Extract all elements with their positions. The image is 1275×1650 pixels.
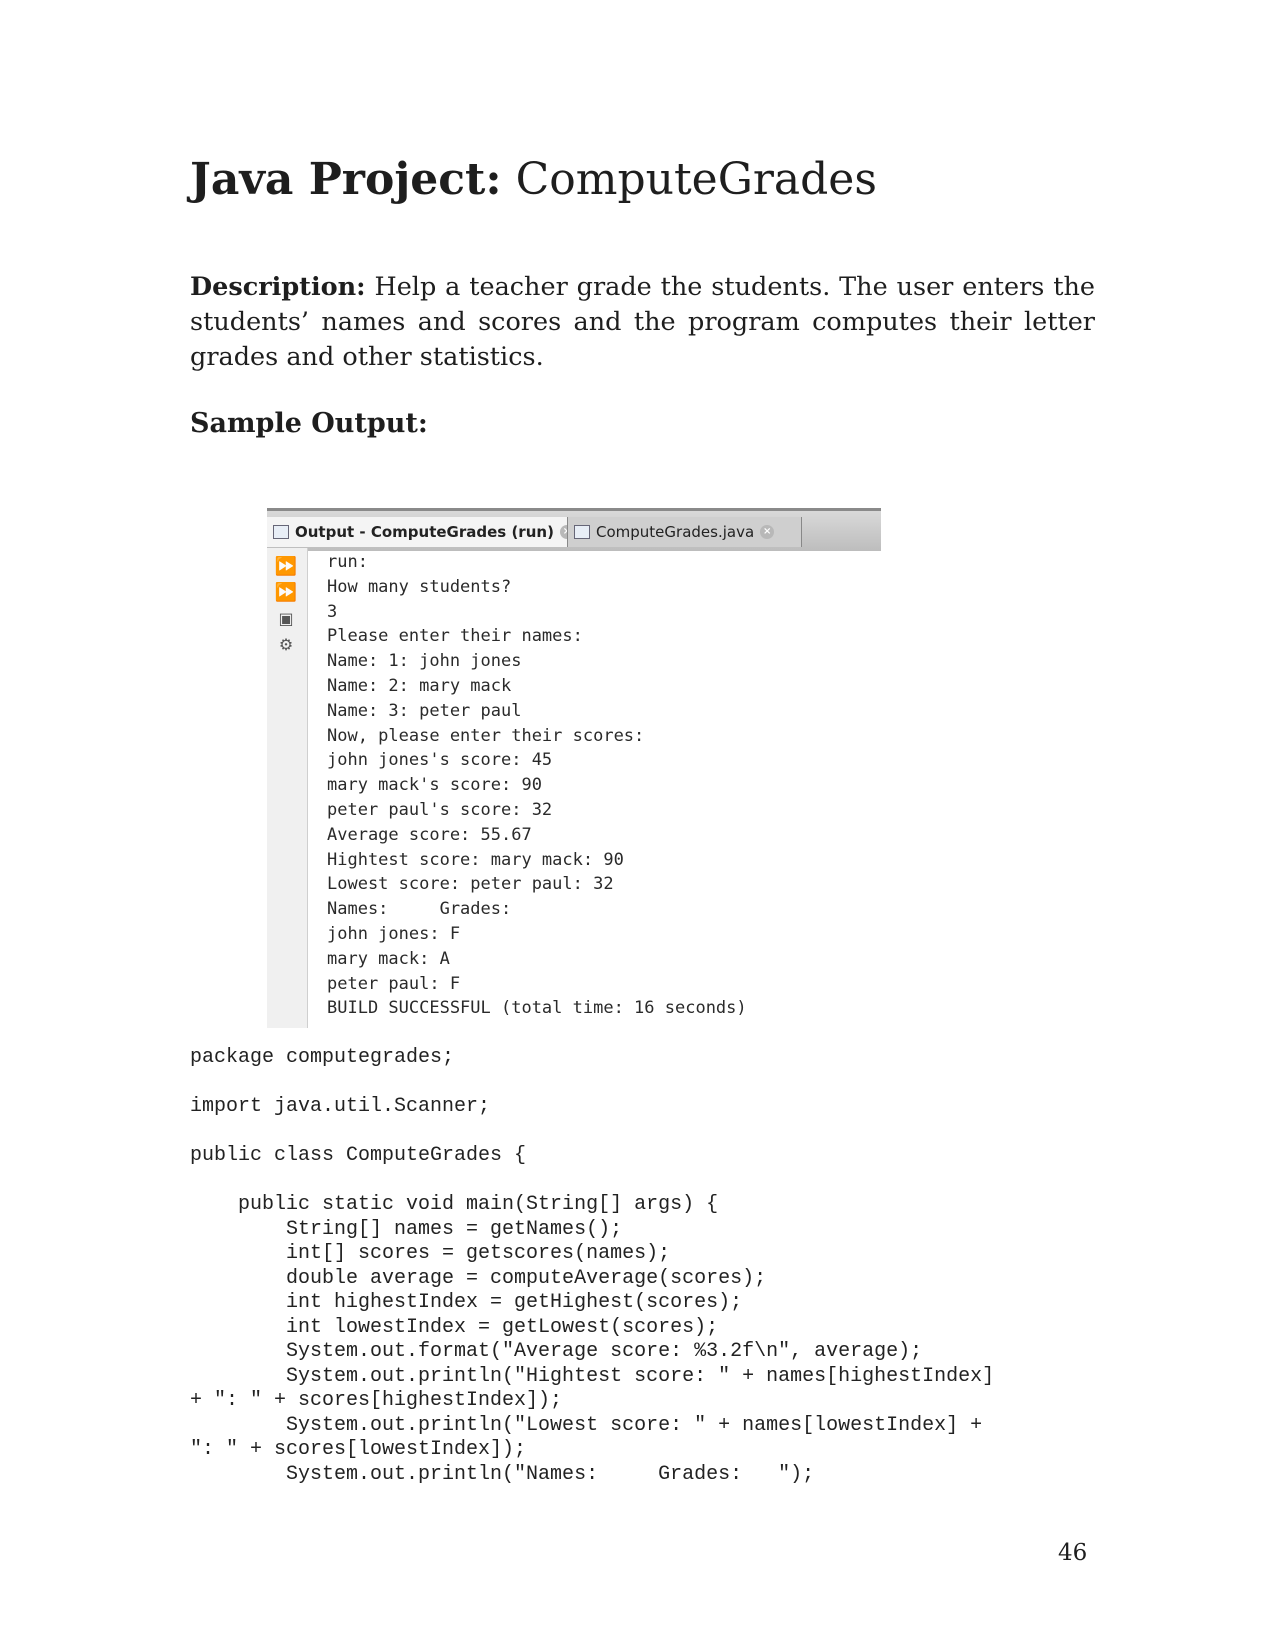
tab-java-file[interactable]: ComputeGrades.java × [567, 517, 802, 547]
console-line: Average score: 55.67 [327, 824, 532, 845]
console-line: Name: 2: mary mack [327, 675, 512, 696]
source-code-listing: package computegrades; import java.util.… [190, 1046, 994, 1487]
console-line: BUILD SUCCESSFUL (total time: 16 seconds… [327, 998, 747, 1019]
console-line: mary mack: A [327, 948, 450, 969]
console-line: Please enter their names: [327, 626, 583, 647]
code-line: String[] names = getNames(); [190, 1217, 623, 1241]
code-line: System.out.println("Names: Grades: "); [190, 1462, 815, 1486]
stop-icon[interactable]: ▣ [274, 608, 298, 630]
output-window-icon [273, 525, 289, 539]
code-line: public class ComputeGrades { [190, 1144, 527, 1167]
console-line: run: [327, 552, 368, 572]
code-line: System.out.println("Hightest score: " + … [190, 1364, 995, 1388]
console-output: run: How many students? 3 Please enter thei… [327, 550, 747, 1021]
console-line: 3 [327, 601, 338, 622]
description-label: Description: [190, 272, 366, 302]
tab-output[interactable]: Output - ComputeGrades (run) × [267, 517, 574, 547]
code-line: int highestIndex = getHighest(scores); [190, 1291, 743, 1314]
settings-icon[interactable]: ⚙ [274, 634, 298, 656]
console-line: john jones: F [327, 923, 461, 944]
description-paragraph: Description: Help a teacher grade the st… [190, 270, 1095, 375]
rerun-with-options-icon[interactable]: ⏩ [274, 582, 298, 604]
console-line: mary mack's score: 90 [327, 775, 542, 796]
java-file-icon [574, 525, 590, 539]
code-line: + ": " + scores[highestIndex]); [190, 1389, 563, 1412]
tab-output-label: Output - ComputeGrades (run) [295, 523, 554, 541]
console-line: peter paul: F [327, 973, 461, 994]
code-line: int lowestIndex = getLowest(scores); [190, 1315, 719, 1339]
console-line: john jones's score: 45 [327, 750, 553, 771]
code-line: double average = computeAverage(scores); [190, 1266, 767, 1290]
code-line: int[] scores = getscores(names); [190, 1242, 671, 1265]
console-line: Names: Grades: [327, 899, 512, 920]
tab-java-file-label: ComputeGrades.java [596, 523, 755, 541]
code-line: public static void main(String[] args) { [190, 1193, 719, 1216]
sample-output-heading: Sample Output: [190, 408, 428, 439]
code-line: System.out.println("Lowest score: " + na… [190, 1413, 983, 1437]
close-icon[interactable]: × [760, 525, 775, 539]
rerun-icon[interactable]: ⏩ [274, 556, 298, 578]
tab-bar: Output - ComputeGrades (run) × ComputeGr… [267, 508, 881, 551]
code-line: ": " + scores[lowestIndex]); [190, 1438, 527, 1461]
console-line: Lowest score: peter paul: 32 [327, 874, 614, 895]
title-bold: Java Project: [190, 154, 502, 205]
code-line: import java.util.Scanner; [190, 1095, 491, 1118]
console-line: Name: 1: john jones [327, 651, 522, 672]
output-toolbar: ⏩ ⏩ ▣ ⚙ [267, 548, 308, 1028]
console-line: peter paul's score: 32 [327, 799, 553, 820]
page-title: Java Project: ComputeGrades [190, 150, 877, 210]
code-line: package computegrades; [190, 1046, 455, 1069]
console-line: How many students? [327, 576, 512, 597]
title-rest: ComputeGrades [501, 154, 877, 205]
ide-output-window: Output - ComputeGrades (run) × ComputeGr… [267, 508, 881, 1028]
page-number: 46 [1058, 1540, 1088, 1566]
console-line: Name: 3: peter paul [327, 700, 522, 721]
console-line: Now, please enter their scores: [327, 725, 645, 746]
console-line: Hightest score: mary mack: 90 [327, 849, 624, 870]
code-line: System.out.format("Average score: %3.2f\… [190, 1340, 923, 1363]
